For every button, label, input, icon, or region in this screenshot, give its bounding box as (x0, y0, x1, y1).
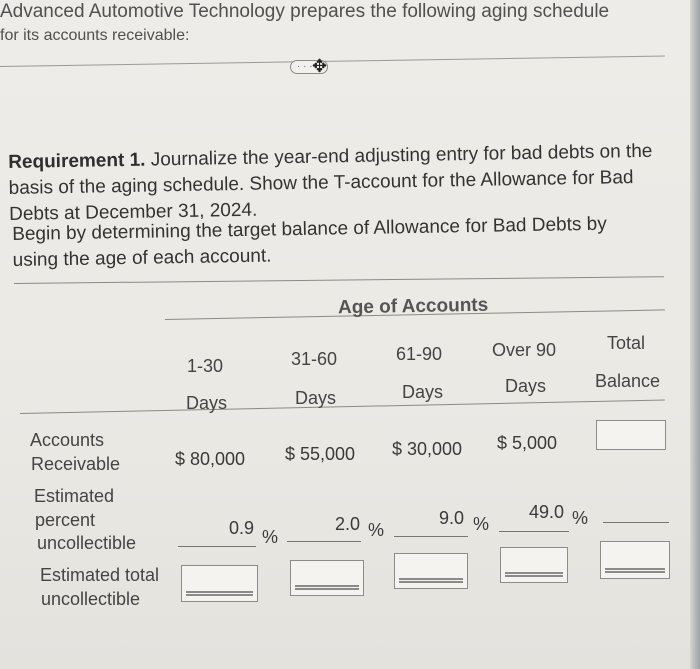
etu-label-line1: Estimated total (40, 565, 160, 585)
ar-value-31-60: $ 55,000 (285, 444, 356, 464)
pct-value-61-90: 9.0 (439, 508, 465, 528)
col-31-60-line2: Days (295, 388, 337, 408)
pct-underline-total (603, 522, 669, 523)
pct-value-over-90: 49.0 (529, 502, 565, 522)
pct-value-31-60: 2.0 (335, 514, 361, 534)
double-underline (505, 572, 563, 577)
ar-total-input[interactable] (596, 420, 666, 450)
col-1-30-line2: Days (186, 393, 228, 413)
col-61-90-line2: Days (402, 382, 444, 402)
ar-value-1-30: $ 80,000 (175, 449, 246, 469)
etu-input-61-90[interactable] (394, 553, 468, 589)
pct-underline-1-30 (178, 546, 256, 547)
pct-value-1-30: 0.9 (229, 518, 255, 538)
pct-unit-31-60: % (368, 520, 385, 540)
double-underline (186, 591, 253, 596)
ar-label-line1: Accounts (30, 430, 105, 450)
etu-label-line2: uncollectible (41, 589, 141, 609)
double-underline (295, 585, 359, 590)
requirement-label: Requirement 1. (8, 149, 146, 173)
intro-line-1: Advanced Automotive Technology prepares … (0, 1, 610, 22)
pct-underline-over-90 (499, 531, 569, 532)
col-total-line1: Total (607, 333, 646, 353)
double-underline (605, 568, 665, 573)
age-of-accounts-header: Age of Accounts (337, 294, 489, 319)
col-61-90-line1: 61-90 (396, 344, 443, 364)
ar-value-over-90: $ 5,000 (497, 433, 558, 453)
col-over-90-line2: Days (505, 376, 547, 396)
ar-value-61-90: $ 30,000 (392, 439, 463, 459)
pct-label-line1: Estimated (34, 486, 115, 506)
screen-edge (690, 0, 700, 669)
col-31-60-line1: 31-60 (291, 349, 338, 369)
expand-button-dots: · · · (297, 61, 313, 72)
etu-input-31-60[interactable] (290, 560, 364, 596)
col-1-30-line1: 1-30 (187, 356, 224, 376)
column-header-rule (19, 399, 665, 414)
double-underline (399, 578, 463, 583)
instruction-text: Begin by determining the target balance … (12, 213, 607, 271)
move-cursor-icon: ✥ (312, 56, 328, 76)
etu-input-over-90[interactable] (500, 547, 568, 583)
section-divider (0, 55, 665, 67)
pct-underline-31-60 (287, 541, 361, 542)
pct-underline-61-90 (394, 536, 468, 537)
pct-label-line3: uncollectible (37, 533, 137, 553)
table-top-rule (13, 276, 664, 284)
pct-unit-over-90: % (572, 508, 589, 528)
intro-line-2: for its accounts receivable: (0, 27, 190, 44)
etu-input-1-30[interactable] (181, 565, 258, 602)
pct-unit-61-90: % (473, 514, 490, 534)
ar-label-line2: Receivable (31, 454, 121, 474)
etu-input-total[interactable] (600, 541, 670, 579)
page: Advanced Automotive Technology prepares … (0, 0, 690, 669)
pct-unit-1-30: % (262, 527, 279, 547)
pct-label-line2: percent (35, 510, 96, 530)
col-over-90-line1: Over 90 (492, 340, 557, 360)
col-total-line2: Balance (595, 371, 661, 391)
